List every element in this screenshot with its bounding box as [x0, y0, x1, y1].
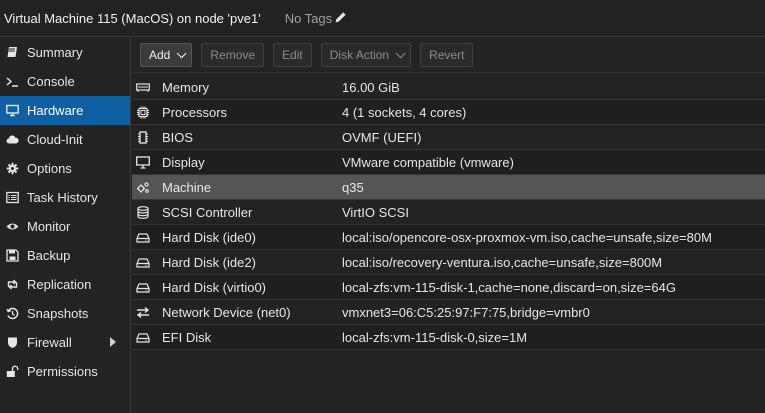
row-value: local:iso/opencore-osx-proxmox-vm.iso,ca… — [342, 229, 712, 245]
remove-button[interactable]: Remove — [201, 43, 265, 67]
row-value: 16.00 GiB — [342, 79, 400, 95]
book-icon — [5, 46, 19, 59]
row-name: EFI Disk — [162, 329, 212, 345]
gear-icon — [5, 162, 19, 175]
disk-action-label: Disk Action — [329, 48, 390, 62]
sidebar-item-label: Firewall — [27, 335, 72, 350]
table-row[interactable]: Display VMware compatible (vmware) — [132, 150, 765, 175]
row-name: Hard Disk (ide2) — [162, 254, 256, 270]
sidebar-item-backup[interactable]: Backup — [0, 241, 130, 270]
sidebar-item-label: Snapshots — [27, 306, 89, 321]
table-row[interactable]: Hard Disk (virtio0) local-zfs:vm-115-dis… — [132, 275, 765, 300]
exchange-icon — [136, 306, 150, 319]
add-button-label: Add — [149, 48, 171, 62]
sidebar-item-hardware[interactable]: Hardware — [0, 96, 130, 125]
row-value: 4 (1 sockets, 4 cores) — [342, 104, 467, 120]
page-title: Virtual Machine 115 (MacOS) on node 'pve… — [4, 10, 261, 26]
pencil-icon[interactable] — [335, 11, 347, 26]
sidebar-item-label: Options — [27, 161, 72, 176]
row-name: Network Device (net0) — [162, 304, 291, 320]
sidebar-item-label: Summary — [27, 45, 83, 60]
row-name: BIOS — [162, 129, 194, 145]
sidebar-item-monitor[interactable]: Monitor — [0, 212, 130, 241]
row-name: Processors — [162, 104, 228, 120]
hdd-icon — [136, 331, 150, 344]
sidebar-item-label: Hardware — [27, 103, 84, 118]
hdd-icon — [136, 281, 150, 294]
sidebar-item-permissions[interactable]: Permissions — [0, 357, 130, 386]
tags-label: No Tags — [284, 10, 333, 26]
microchip-icon — [136, 130, 150, 144]
row-name: Hard Disk (ide0) — [162, 229, 256, 245]
row-value: VirtIO SCSI — [342, 204, 409, 220]
row-value: local-zfs:vm-115-disk-0,size=1M — [342, 329, 528, 345]
table-row[interactable]: Processors 4 (1 sockets, 4 cores) — [132, 100, 765, 125]
sidebar-item-task-history[interactable]: Task History — [0, 183, 130, 212]
chevron-down-icon — [395, 47, 406, 58]
sidebar-item-label: Cloud-Init — [27, 132, 83, 147]
row-name: Memory — [162, 79, 209, 95]
retweet-icon — [5, 278, 19, 291]
row-value: q35 — [342, 179, 364, 195]
sidebar-item-label: Backup — [27, 248, 71, 263]
chevron-down-icon — [177, 47, 187, 58]
sidebar-item-label: Monitor — [27, 219, 71, 234]
revert-button[interactable]: Revert — [420, 43, 474, 67]
expand-arrow-icon[interactable] — [110, 337, 116, 347]
row-value: OVMF (UEFI) — [342, 129, 422, 145]
monitor-icon — [5, 104, 19, 117]
table-row[interactable]: Memory 16.00 GiB — [132, 75, 765, 100]
title-bar: Virtual Machine 115 (MacOS) on node 'pve… — [0, 0, 765, 37]
database-icon — [136, 205, 150, 219]
sidebar-item-console[interactable]: Console — [0, 67, 130, 96]
add-button[interactable]: Add — [140, 43, 193, 67]
table-row[interactable]: EFI Disk local-zfs:vm-115-disk-0,size=1M — [132, 325, 765, 350]
row-value: vmxnet3=06:C5:25:97:F7:75,bridge=vmbr0 — [342, 304, 590, 320]
hardware-grid: Memory 16.00 GiB Processors 4 (1 sockets… — [132, 75, 765, 350]
row-name: Hard Disk (virtio0) — [162, 279, 267, 295]
shield-icon — [5, 336, 19, 349]
tags-editor[interactable]: No Tags — [285, 11, 347, 26]
row-value: local-zfs:vm-115-disk-1,cache=none,disca… — [342, 279, 676, 295]
sidebar-item-label: Permissions — [27, 364, 98, 379]
toolbar: Add Remove Edit Disk Action Revert — [132, 38, 765, 73]
hdd-icon — [136, 231, 150, 244]
sidebar-item-label: Replication — [27, 277, 92, 292]
table-row[interactable]: SCSI Controller VirtIO SCSI — [132, 200, 765, 225]
hardware-panel: Add Remove Edit Disk Action Revert Memor… — [132, 38, 765, 413]
sidebar-item-replication[interactable]: Replication — [0, 270, 130, 299]
list-icon — [5, 191, 19, 204]
row-name: Machine — [162, 179, 212, 195]
memory-icon — [136, 81, 150, 94]
history-icon — [5, 307, 19, 320]
desktop-icon — [136, 155, 150, 169]
unlock-icon — [5, 365, 19, 378]
sidebar-item-firewall[interactable]: Firewall — [0, 328, 130, 357]
table-row[interactable]: BIOS OVMF (UEFI) — [132, 125, 765, 150]
row-value: local:iso/recovery-ventura.iso,cache=uns… — [342, 254, 663, 270]
hdd-icon — [136, 256, 150, 269]
sidebar-item-cloud-init[interactable]: Cloud-Init — [0, 125, 130, 154]
cloud-icon — [5, 133, 19, 146]
disk-action-button[interactable]: Disk Action — [320, 43, 412, 67]
table-row[interactable]: Network Device (net0) vmxnet3=06:C5:25:9… — [132, 300, 765, 325]
sidebar: Summary Console Hardware Cloud-Init Opti… — [0, 38, 131, 413]
row-name: SCSI Controller — [162, 204, 253, 220]
table-row[interactable]: Machine q35 — [132, 175, 765, 200]
sidebar-item-options[interactable]: Options — [0, 154, 130, 183]
edit-button[interactable]: Edit — [273, 43, 312, 67]
sidebar-item-summary[interactable]: Summary — [0, 38, 130, 67]
cogs-icon — [136, 181, 150, 194]
sidebar-item-label: Console — [27, 74, 75, 89]
sidebar-item-label: Task History — [27, 190, 98, 205]
terminal-icon — [5, 75, 19, 88]
eye-icon — [5, 220, 19, 233]
sidebar-item-snapshots[interactable]: Snapshots — [0, 299, 130, 328]
row-value: VMware compatible (vmware) — [342, 154, 514, 170]
table-row[interactable]: Hard Disk (ide0) local:iso/opencore-osx-… — [132, 225, 765, 250]
row-name: Display — [162, 154, 205, 170]
floppy-icon — [5, 249, 19, 262]
cpu-icon — [136, 106, 150, 119]
table-row[interactable]: Hard Disk (ide2) local:iso/recovery-vent… — [132, 250, 765, 275]
